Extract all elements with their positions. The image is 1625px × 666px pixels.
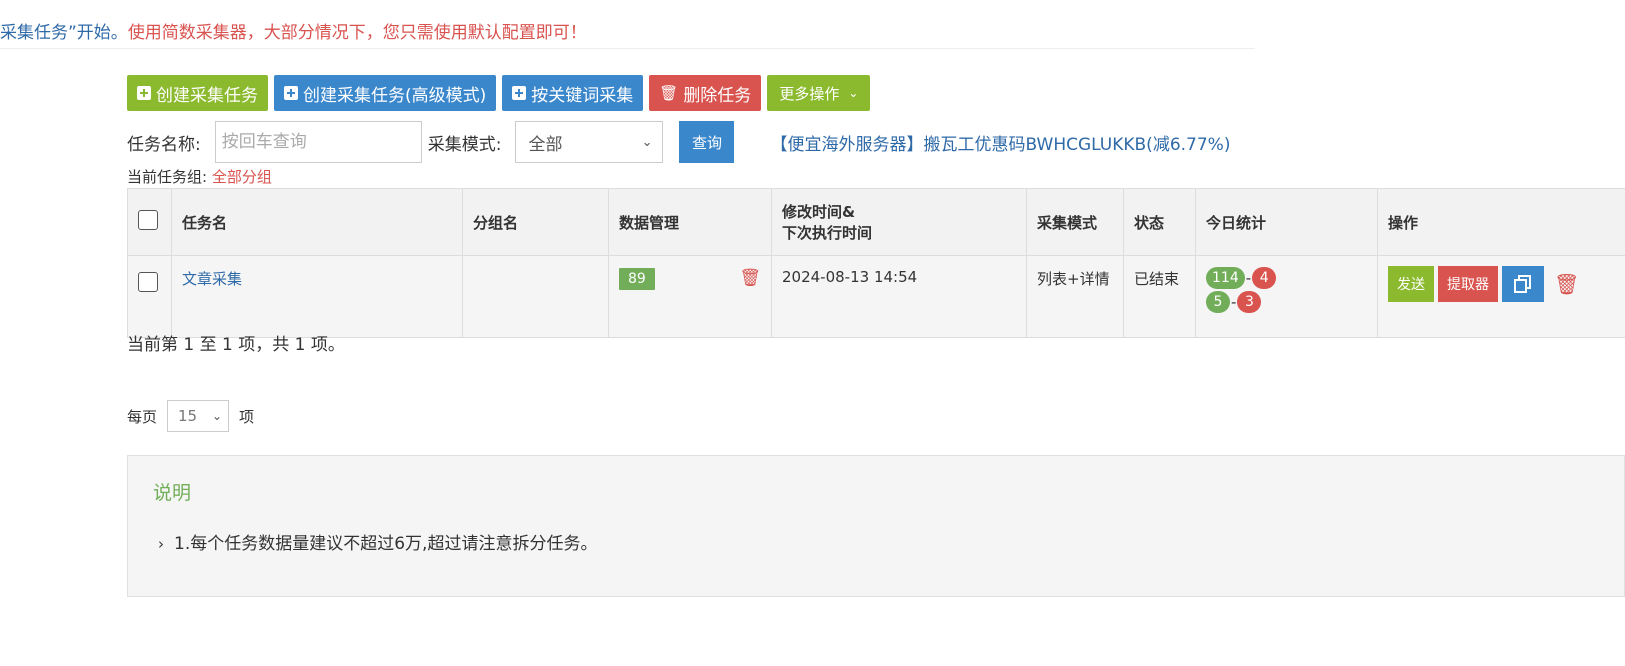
note-panel: 说明 › 1.每个任务数据量建议不超过6万,超过请注意拆分任务。 [127,455,1625,597]
row-stats-cell: 114-4 5-3 [1195,255,1378,338]
plus-square-icon [512,86,527,100]
per-page-label: 每页 [127,407,158,426]
stat-fail-list: 4 [1252,267,1277,289]
notice-text-red: 使用简数采集器，大部分情况下，您只需使用默认配置即可！ [127,23,587,43]
current-group: 当前任务组: 全部分组 [127,166,272,187]
row-checkbox[interactable] [138,272,158,292]
trash-icon: 🗑 [659,84,679,102]
per-page-select[interactable]: 15 ⌄ [167,400,230,432]
row-ops: 发送 提取器 🗑 [1388,266,1617,302]
stat-success-detail: 5 [1206,291,1230,313]
chevron-down-icon: ⌄ [211,409,223,423]
note-title: 说明 [153,482,192,504]
keyword-collect-button[interactable]: 按关键词采集 [502,75,644,111]
toolbar: 创建采集任务 创建采集任务(高级模式) 按关键词采集 🗑 删除任务 更多操作 ⌄ [127,75,871,111]
header-time-line2: 下次执行时间 [782,224,873,242]
notice-bar: 采集任务”开始。使用简数采集器，大部分情况下，您只需使用默认配置即可！ [0,18,1255,49]
header-ops: 操作 [1377,188,1625,256]
mode-label: 采集模式: [427,134,502,155]
note-item: › 1.每个任务数据量建议不超过6万,超过请注意拆分任务。 [158,529,597,554]
notice-text-blue: 采集任务”开始。 [0,23,128,43]
stat-fail-detail: 3 [1237,291,1262,313]
task-name-label: 任务名称: [127,134,201,155]
row-mode-cell: 列表+详情 [1026,255,1124,338]
stats-line-2: 5-3 [1206,290,1367,314]
per-page-control: 每页 15 ⌄ 项 [127,400,254,432]
copy-icon [1514,275,1531,293]
row-data-cell: 89 🗑 [608,255,772,338]
row-time-cell: 2024-08-13 14:54 [771,255,1027,338]
query-button[interactable]: 查询 [679,121,735,163]
table-row: 文章采集 89 🗑 2024-08-13 14:54 列表+详情 已结束 114… [127,255,1625,338]
create-task-button[interactable]: 创建采集任务 [127,75,268,111]
items-label: 项 [239,407,255,426]
row-status-cell: 已结束 [1123,255,1196,338]
task-name-input[interactable] [214,121,422,163]
create-task-advanced-label: 创建采集任务(高级模式) [303,85,487,106]
row-name-cell: 文章采集 [171,255,463,338]
task-name-link[interactable]: 文章采集 [182,270,242,288]
trash-icon[interactable]: 🗑 [739,268,761,288]
header-data: 数据管理 [608,188,772,256]
header-name: 任务名 [171,188,463,256]
select-all-checkbox[interactable] [138,210,158,230]
extractor-button[interactable]: 提取器 [1438,266,1498,302]
more-actions-button[interactable]: 更多操作 ⌄ [767,75,871,111]
keyword-collect-label: 按关键词采集 [531,85,634,106]
current-group-label: 当前任务组: [127,168,208,186]
header-group: 分组名 [462,188,609,256]
delete-task-label: 删除任务 [683,85,752,106]
copy-button[interactable] [1502,266,1544,302]
header-select-cell [127,188,172,256]
stat-success-list: 114 [1206,267,1245,289]
note-item-text: 1.每个任务数据量建议不超过6万,超过请注意拆分任务。 [174,534,598,554]
mode-select-value: 全部 [528,134,563,155]
current-group-value[interactable]: 全部分组 [212,168,272,186]
header-time: 修改时间& 下次执行时间 [771,188,1027,256]
pager-info: 当前第 1 至 1 项，共 1 项。 [127,335,345,355]
plus-square-icon [137,86,151,100]
chevron-down-icon: ⌄ [848,86,859,100]
row-group-cell [462,255,609,338]
stats-line-1: 114-4 [1206,266,1367,290]
mode-select[interactable]: 全部 ⌄ [515,121,664,163]
trash-icon[interactable]: 🗑 [1548,266,1585,302]
search-row: 任务名称: 采集模式: 全部 ⌄ 查询 【便宜海外服务器】搬瓦工优惠码BWHCG… [127,120,1230,164]
create-task-advanced-button[interactable]: 创建采集任务(高级模式) [274,75,497,111]
delete-task-button[interactable]: 🗑 删除任务 [649,75,762,111]
plus-square-icon [284,86,298,100]
chevron-down-icon: ⌄ [641,134,653,150]
per-page-value: 15 [178,407,198,425]
header-status: 状态 [1123,188,1196,256]
row-select-cell [127,255,172,338]
header-time-line1: 修改时间& [782,203,856,221]
header-stats: 今日统计 [1195,188,1378,256]
task-table: 任务名 分组名 数据管理 修改时间& 下次执行时间 采集模式 状态 今日统计 操… [127,188,1625,338]
table-header-row: 任务名 分组名 数据管理 修改时间& 下次执行时间 采集模式 状态 今日统计 操… [127,188,1625,256]
data-count-badge[interactable]: 89 [619,268,655,290]
row-ops-cell: 发送 提取器 🗑 [1377,255,1625,338]
header-mode: 采集模式 [1026,188,1124,256]
chevron-right-icon: › [158,535,164,553]
create-task-label: 创建采集任务 [156,85,258,106]
more-actions-label: 更多操作 [779,84,840,103]
promo-link[interactable]: 【便宜海外服务器】搬瓦工优惠码BWHCGLUKKB(减6.77%) [770,130,1230,155]
send-button[interactable]: 发送 [1388,266,1434,302]
